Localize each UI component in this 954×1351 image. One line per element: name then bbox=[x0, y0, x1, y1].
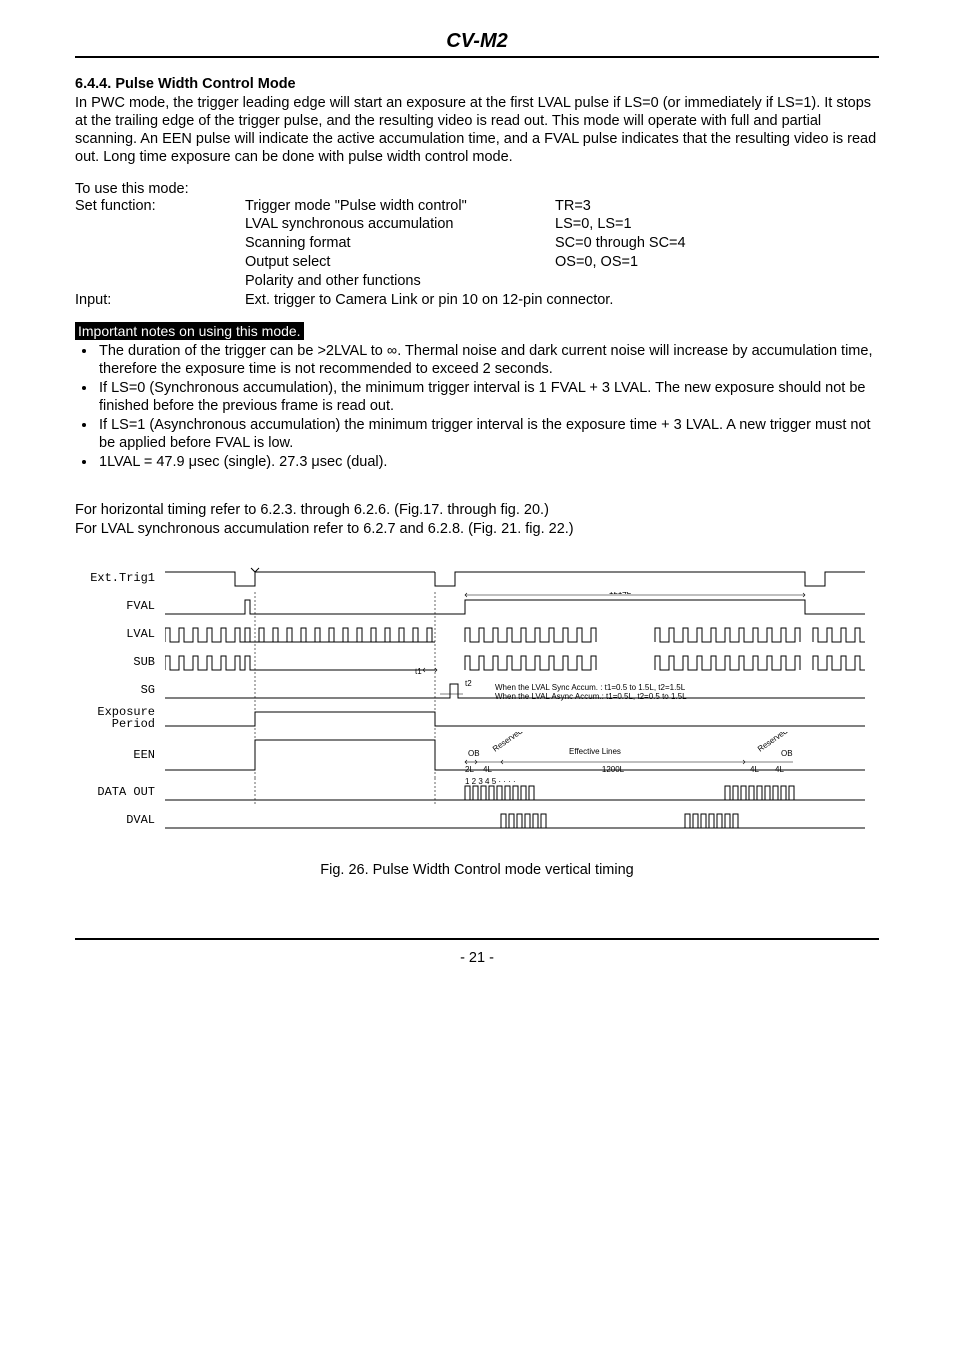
svg-text:t2: t2 bbox=[465, 679, 472, 688]
svg-text:When the LVAL Sync Accum. : t1: When the LVAL Sync Accum. : t1=0.5 to 1.… bbox=[495, 683, 686, 692]
svg-text:1214L: 1214L bbox=[609, 592, 632, 596]
list-item: If LS=0 (Synchronous accumulation), the … bbox=[97, 379, 879, 416]
svg-text:When the LVAL Async Accum.: t1: When the LVAL Async Accum.: t1=0.5L, t2=… bbox=[495, 692, 687, 701]
set-function-label: Set function: bbox=[75, 197, 245, 216]
signal-label-dval: DVAL bbox=[75, 806, 165, 834]
svg-text:Effective Lines: Effective Lines bbox=[569, 747, 621, 756]
svg-text:OB: OB bbox=[781, 749, 793, 758]
signal-label-lval: LVAL bbox=[75, 620, 165, 648]
svg-text:4L: 4L bbox=[750, 765, 759, 774]
signal-label-fval: FVAL bbox=[75, 592, 165, 620]
intro-paragraph: In PWC mode, the trigger leading edge wi… bbox=[75, 94, 879, 167]
row-a: Scanning format bbox=[245, 234, 555, 253]
svg-text:2L: 2L bbox=[465, 765, 474, 774]
use-mode-label: To use this mode: bbox=[75, 181, 879, 197]
row-b: SC=0 through SC=4 bbox=[555, 234, 775, 253]
list-item: If LS=1 (Asynchronous accumulation) the … bbox=[97, 416, 879, 453]
svg-text:4L: 4L bbox=[483, 765, 492, 774]
timing-diagram: Ext.Trig1 FVAL 1214L LVAL bbox=[75, 564, 879, 878]
svg-text:1 2 3 4 5 · · · ·: 1 2 3 4 5 · · · · bbox=[465, 778, 516, 786]
important-notes-badge: Important notes on using this mode. bbox=[75, 322, 304, 340]
signal-label-een: EEN bbox=[75, 741, 165, 769]
function-table: Set function: Trigger mode "Pulse width … bbox=[75, 197, 879, 310]
notes-list: The duration of the trigger can be >2LVA… bbox=[97, 342, 879, 472]
svg-text:OB: OB bbox=[468, 749, 480, 758]
list-item: 1LVAL = 47.9 μsec (single). 27.3 μsec (d… bbox=[97, 453, 879, 472]
signal-label-ext-trig1: Ext.Trig1 bbox=[75, 564, 165, 592]
input-label: Input: bbox=[75, 291, 245, 310]
row-b: TR=3 bbox=[555, 197, 775, 216]
page-footer: - 21 - bbox=[75, 938, 879, 966]
row-a: Trigger mode "Pulse width control" bbox=[245, 197, 555, 216]
input-text: Ext. trigger to Camera Link or pin 10 on… bbox=[245, 291, 775, 310]
svg-text:t1: t1 bbox=[415, 667, 422, 676]
signal-label-data-out: DATA OUT bbox=[75, 778, 165, 806]
svg-text:1200L: 1200L bbox=[602, 765, 625, 774]
section-title: 6.4.4. Pulse Width Control Mode bbox=[75, 76, 879, 92]
svg-text:4L: 4L bbox=[775, 765, 784, 774]
row-a: Polarity and other functions bbox=[245, 272, 555, 291]
signal-label-sub: SUB bbox=[75, 648, 165, 676]
list-item: The duration of the trigger can be >2LVA… bbox=[97, 342, 879, 379]
row-b: LS=0, LS=1 bbox=[555, 215, 775, 234]
references: For horizontal timing refer to 6.2.3. th… bbox=[75, 501, 879, 539]
signal-label-sg: SG bbox=[75, 676, 165, 704]
doc-header: CV-M2 bbox=[75, 30, 879, 58]
row-a: LVAL synchronous accumulation bbox=[245, 215, 555, 234]
row-a: Output select bbox=[245, 253, 555, 272]
figure-caption: Fig. 26. Pulse Width Control mode vertic… bbox=[75, 862, 879, 878]
signal-label-exposure-period: Exposure Period bbox=[75, 704, 165, 732]
svg-text:Reserved: Reserved bbox=[491, 732, 524, 754]
row-b: OS=0, OS=1 bbox=[555, 253, 775, 272]
